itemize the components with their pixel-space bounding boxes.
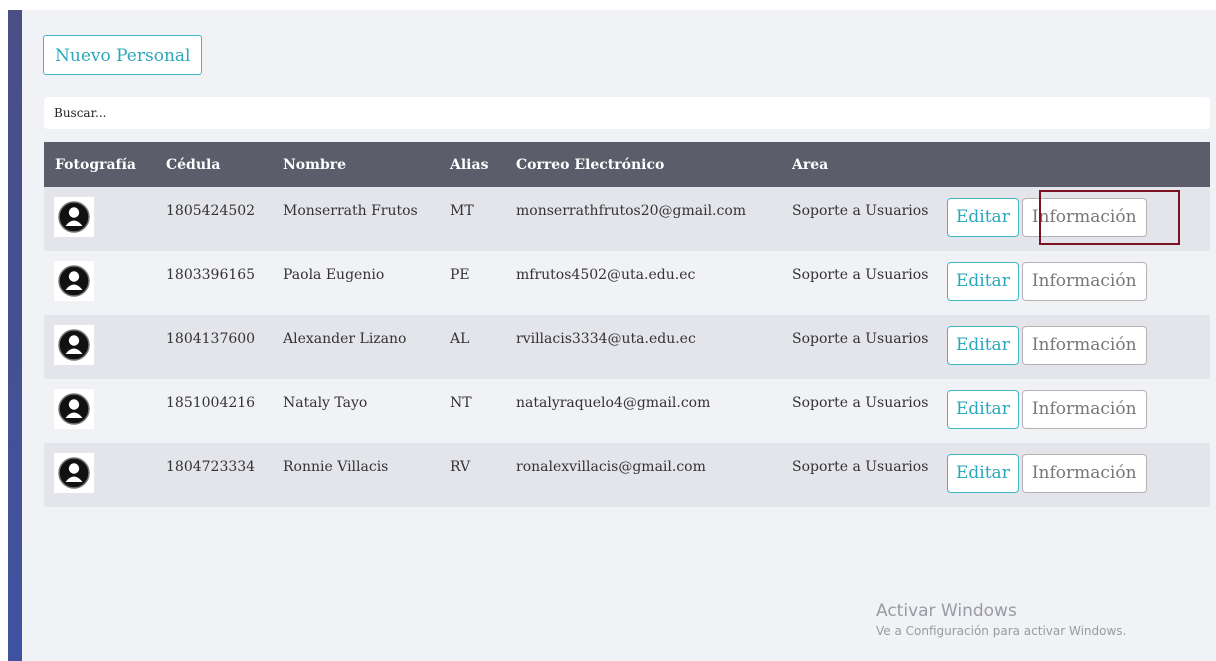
column-header-email: Correo Electrónico [505,142,781,187]
user-avatar-icon [54,197,94,237]
email-cell: natalyraquelo4@gmail.com [505,379,781,443]
table-row: 1804723334 Ronnie Villacis RV ronalexvillac… [44,443,1210,507]
info-button[interactable]: Información [1021,454,1147,493]
edit-button[interactable]: Editar [947,326,1019,365]
alias-cell: PE [439,251,505,315]
actions-cell: Editar Información [937,187,1210,251]
actions-cell: Editar Información [937,443,1210,507]
name-cell: Paola Eugenio [272,251,439,315]
photo-cell [44,443,155,507]
email-cell: ronalexvillacis@gmail.com [505,443,781,507]
search-input[interactable] [44,97,1210,129]
cedula-cell: 1804137600 [155,315,272,379]
watermark-subtitle: Ve a Configuración para activar Windows. [876,624,1127,638]
area-cell: Soporte a Usuarios [781,187,937,251]
area-cell: Soporte a Usuarios [781,443,937,507]
edit-button[interactable]: Editar [947,454,1019,493]
name-cell: Ronnie Villacis [272,443,439,507]
user-avatar-icon [54,389,94,429]
info-button[interactable]: Información [1021,262,1147,301]
watermark-title: Activar Windows [876,601,1017,621]
edit-button[interactable]: Editar [947,262,1019,301]
column-header-cedula: Cédula [155,142,272,187]
edit-button[interactable]: Editar [947,390,1019,429]
cedula-cell: 1805424502 [155,187,272,251]
name-cell: Alexander Lizano [272,315,439,379]
email-cell: monserrathfrutos20@gmail.com [505,187,781,251]
alias-cell: AL [439,315,505,379]
cedula-cell: 1851004216 [155,379,272,443]
alias-cell: NT [439,379,505,443]
photo-cell [44,187,155,251]
table-row: 1851004216 Nataly Tayo NT natalyraquelo4@gm… [44,379,1210,443]
actions-cell: Editar Información [937,251,1210,315]
personnel-table: Fotografía Cédula Nombre Alias Correo El… [44,142,1210,507]
area-cell: Soporte a Usuarios [781,315,937,379]
photo-cell [44,379,155,443]
actions-cell: Editar Información [937,315,1210,379]
area-cell: Soporte a Usuarios [781,379,937,443]
cedula-cell: 1804723334 [155,443,272,507]
email-cell: mfrutos4502@uta.edu.ec [505,251,781,315]
table-header-row: Fotografía Cédula Nombre Alias Correo El… [44,142,1210,187]
photo-cell [44,251,155,315]
info-button[interactable]: Información [1021,326,1147,365]
column-header-area: Area [781,142,937,187]
windows-activation-watermark: Activar Windows Ve a Configuración para … [876,600,1126,640]
new-personnel-button[interactable]: Nuevo Personal [43,35,203,75]
actions-cell: Editar Información [937,379,1210,443]
column-header-alias: Alias [439,142,505,187]
alias-cell: RV [439,443,505,507]
sidebar-strip [8,10,22,661]
name-cell: Monserrath Frutos [272,187,439,251]
table-row: 1805424502 Monserrath Frutos MT monserrathf… [44,187,1210,251]
user-avatar-icon [54,325,94,365]
area-cell: Soporte a Usuarios [781,251,937,315]
user-avatar-icon [54,453,94,493]
table-row: 1804137600 Alexander Lizano AL rvillacis333… [44,315,1210,379]
column-header-name: Nombre [272,142,439,187]
user-avatar-icon [54,261,94,301]
alias-cell: MT [439,187,505,251]
column-header-photo: Fotografía [44,142,155,187]
email-cell: rvillacis3334@uta.edu.ec [505,315,781,379]
name-cell: Nataly Tayo [272,379,439,443]
main-content: Nuevo Personal Fotografía Cédula Nombre … [22,10,1216,661]
edit-button[interactable]: Editar [947,198,1019,237]
info-button[interactable]: Información [1021,198,1147,237]
photo-cell [44,315,155,379]
column-header-actions [937,142,1210,187]
cedula-cell: 1803396165 [155,251,272,315]
info-button[interactable]: Información [1021,390,1147,429]
table-row: 1803396165 Paola Eugenio PE mfrutos4502@uta… [44,251,1210,315]
